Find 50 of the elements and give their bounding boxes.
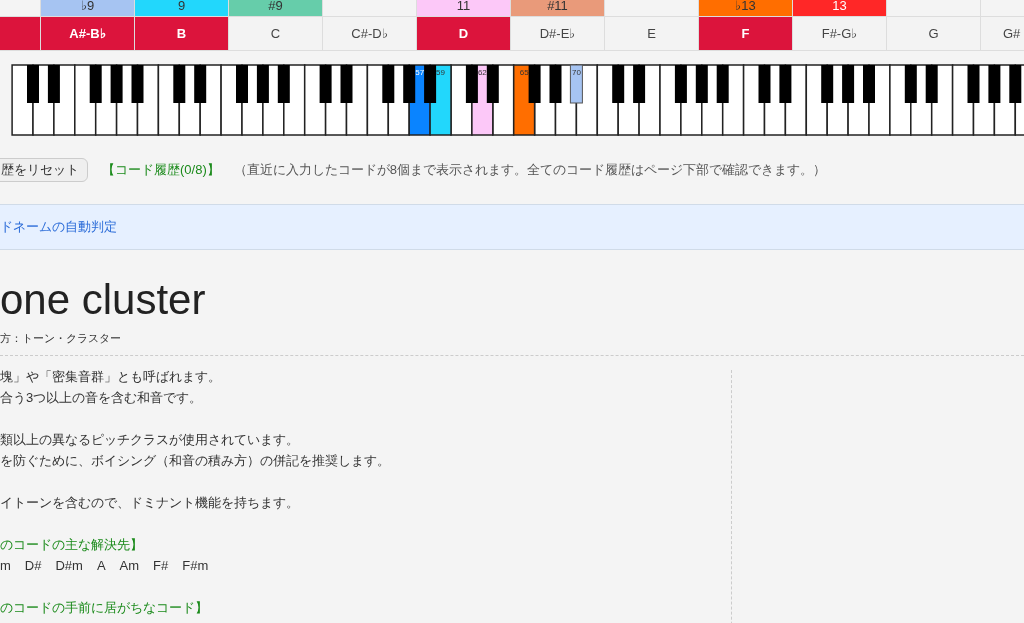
note-cell[interactable]: B	[135, 17, 229, 50]
history-note: （直近に入力したコードが8個まで表示されます。全てのコード履歴はページ下部で確認できます。）	[233, 161, 826, 180]
piano-key[interactable]	[821, 65, 834, 103]
piano-key[interactable]	[612, 65, 625, 103]
piano-key[interactable]	[569, 64, 583, 104]
key-number: 57	[415, 68, 425, 77]
piano-key[interactable]	[988, 65, 1001, 103]
resolution-heading: のコードの主な解決先】	[0, 535, 144, 554]
preceding-heading: のコードの手前に居がちなコード】	[0, 598, 209, 617]
description-line: イトーンを含むので、ドミナント機能を持ちます。	[0, 493, 300, 512]
piano-key[interactable]	[173, 65, 186, 103]
piano-key[interactable]	[382, 65, 395, 103]
interval-cell: 9	[135, 0, 229, 16]
piano-key[interactable]	[633, 65, 646, 103]
key-number: 70	[571, 68, 581, 77]
key-number: 65	[519, 68, 529, 77]
note-cell[interactable]: F	[699, 17, 793, 50]
resolution-chord: Am	[119, 556, 140, 575]
interval-cell: #11	[511, 0, 605, 16]
chord-reading: 方：トーン・クラスター	[0, 331, 122, 346]
note-cell[interactable]: A#-B♭	[41, 17, 135, 50]
description-line: 類以上の異なるピッチクラスが使用されています。	[0, 430, 300, 449]
interval-cell: #9	[229, 0, 323, 16]
resolution-chord: D#	[24, 556, 42, 575]
piano-key[interactable]	[1009, 65, 1022, 103]
interval-cell: 13	[793, 0, 887, 16]
piano-key[interactable]	[424, 65, 437, 103]
resolution-chord: A	[96, 556, 106, 575]
piano-key[interactable]	[842, 65, 855, 103]
auto-detect-link[interactable]: ドネームの自動判定	[0, 217, 117, 237]
piano-key[interactable]	[194, 65, 207, 103]
key-number: 62	[477, 68, 487, 77]
note-cell[interactable]: D	[417, 17, 511, 50]
resolution-chord: F#m	[182, 556, 209, 575]
interval-cell: ♭13	[699, 0, 793, 16]
description-line: を防ぐために、ボイシング（和音の積み方）の併記を推奨します。	[0, 451, 391, 470]
resolution-chord: D#m	[55, 556, 83, 575]
resolution-chord: F#	[153, 556, 169, 575]
chord-name: one cluster	[0, 276, 207, 324]
piano-key[interactable]	[779, 65, 792, 103]
description-line: 塊」や「密集音群」とも呼ばれます。	[0, 367, 222, 386]
interval-cell: 11	[417, 0, 511, 16]
history-title: 【コード履歴(0/8)】	[102, 161, 220, 180]
reset-history-button[interactable]: 歴をリセット	[0, 158, 88, 182]
note-cell[interactable]	[0, 17, 41, 50]
interval-cell: ♭9	[41, 0, 135, 16]
resolution-chord: m	[0, 556, 11, 575]
piano-key[interactable]	[659, 64, 682, 136]
description-line: 合う3つ以上の音を含む和音です。	[0, 388, 204, 407]
key-number: 59	[436, 68, 445, 77]
